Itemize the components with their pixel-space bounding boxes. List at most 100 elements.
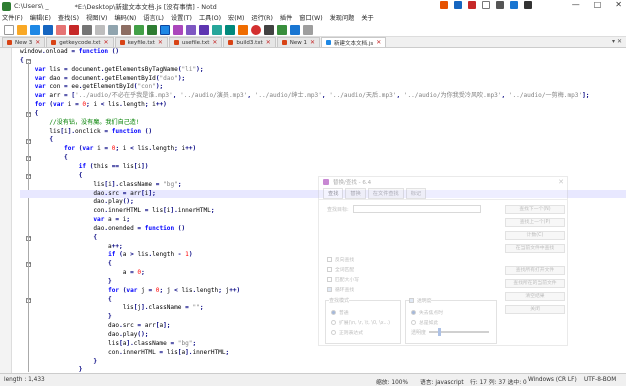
- code-line[interactable]: var arr = ['../audio/不必在乎我是谁.mp3', '../a…: [20, 92, 626, 101]
- find-all-open-button[interactable]: 查找所有打开文件: [505, 266, 565, 275]
- code-line[interactable]: //没有钻，没有魔。我们自己造!: [20, 119, 626, 128]
- menu-about[interactable]: 关于: [361, 13, 373, 22]
- copy-icon[interactable]: [108, 24, 118, 35]
- mode-regex-radio[interactable]: 正则表达式: [331, 329, 363, 336]
- code-line[interactable]: if (this == lis[i]): [20, 163, 626, 172]
- code-line[interactable]: con.innerHTML = lis[a].innerHTML;: [20, 349, 626, 358]
- code-line[interactable]: lis[i].onclick = function (): [20, 128, 626, 137]
- transparency-checkbox[interactable]: 透明度: [409, 297, 432, 304]
- grid-icon[interactable]: [510, 1, 518, 9]
- close-icon[interactable]: ✕: [310, 39, 315, 46]
- close-icon[interactable]: ✕: [376, 39, 381, 46]
- sync-icon[interactable]: [212, 24, 222, 35]
- status-eol[interactable]: Windows (CR LF): [528, 377, 577, 383]
- backward-checkbox[interactable]: 反向查找: [327, 256, 354, 263]
- status-encoding[interactable]: UTF-8-BOM: [584, 377, 616, 383]
- save-icon[interactable]: [30, 24, 40, 35]
- find-input[interactable]: [353, 205, 481, 213]
- code-line[interactable]: for (var i = 0; i < lis.length; i++): [20, 101, 626, 110]
- macro-record-icon[interactable]: [251, 24, 261, 35]
- dialog-tab-find-in-files[interactable]: 在文件查找: [367, 188, 404, 199]
- clear-results-button[interactable]: 清空结果: [505, 292, 565, 301]
- list-icon[interactable]: [524, 1, 532, 9]
- tab-getkeycode[interactable]: getkeycode.txt ✕: [46, 37, 114, 47]
- code-line[interactable]: var dao = document.getElementById("dao")…: [20, 75, 626, 84]
- code-line[interactable]: }: [20, 366, 626, 373]
- slider-thumb[interactable]: [437, 328, 441, 336]
- cut-icon[interactable]: [95, 24, 105, 35]
- dialog-close-button[interactable]: 关闭: [505, 305, 565, 314]
- minimize-button[interactable]: —: [572, 0, 580, 9]
- tab-usefile[interactable]: usefile.txt ✕: [168, 37, 223, 47]
- close-icon[interactable]: ✕: [158, 39, 163, 46]
- open-file-icon[interactable]: [17, 24, 27, 35]
- tab-active-file[interactable]: 新建文本文档.js ✕: [321, 37, 387, 47]
- dialog-tab-mark[interactable]: 标记: [405, 188, 427, 199]
- menu-run[interactable]: 运行(R): [251, 13, 273, 22]
- close-button[interactable]: ✕: [615, 0, 622, 9]
- menu-encoding[interactable]: 编码(N): [114, 13, 136, 22]
- count-button[interactable]: 计数(C): [505, 231, 565, 240]
- indent-guide-icon[interactable]: [238, 24, 248, 35]
- save-all-icon[interactable]: [43, 24, 53, 35]
- paste-icon[interactable]: [121, 24, 131, 35]
- replace-icon[interactable]: [173, 24, 183, 35]
- transparency-always-radio[interactable]: 总是如此: [411, 319, 438, 326]
- spell-icon[interactable]: [303, 24, 313, 35]
- code-line[interactable]: window.onload = function (): [20, 48, 626, 57]
- close-icon[interactable]: ✕: [35, 39, 40, 46]
- wrap-icon[interactable]: [225, 24, 235, 35]
- menu-settings[interactable]: 设置(T): [171, 13, 192, 22]
- tab-build3[interactable]: build3.txt ✕: [223, 37, 276, 47]
- menu-window[interactable]: 窗口(W): [299, 13, 322, 22]
- plus-icon[interactable]: [482, 1, 490, 9]
- find-next-button[interactable]: 查找下一个(N): [505, 205, 565, 214]
- css-icon[interactable]: [454, 1, 462, 9]
- redo-icon[interactable]: [147, 24, 157, 35]
- menu-report[interactable]: 发现问题: [330, 13, 355, 22]
- zoom-in-icon[interactable]: [186, 24, 196, 35]
- macro-stop-icon[interactable]: [264, 24, 274, 35]
- tab-list-button[interactable]: ▾ ✕: [612, 38, 622, 45]
- close-icon[interactable]: ✕: [212, 39, 217, 46]
- mode-extended-radio[interactable]: 扩展(\n, \r, \t, \0, \x...): [331, 319, 390, 326]
- transparency-on-blur-radio[interactable]: 失去焦点时: [411, 309, 443, 316]
- menu-tools[interactable]: 工具(O): [199, 13, 221, 22]
- html5-icon[interactable]: [440, 1, 448, 9]
- zoom-out-icon[interactable]: [199, 24, 209, 35]
- find-all-current-button[interactable]: 查找所在的当前文件: [505, 279, 565, 288]
- code-line[interactable]: {: [20, 57, 626, 66]
- transparency-slider[interactable]: [429, 328, 489, 336]
- menu-view[interactable]: 视图(V): [86, 13, 107, 22]
- macro-save-icon[interactable]: [290, 24, 300, 35]
- new-file-icon[interactable]: [4, 24, 14, 35]
- undo-icon[interactable]: [134, 24, 144, 35]
- close-all-icon[interactable]: [69, 24, 79, 35]
- macro-play-icon[interactable]: [277, 24, 287, 35]
- find-in-current-button[interactable]: 在当前文件中查找: [505, 244, 565, 253]
- menu-language[interactable]: 语言(L): [143, 13, 164, 22]
- maximize-button[interactable]: □: [594, 0, 602, 9]
- code-line[interactable]: {: [20, 154, 626, 163]
- code-line[interactable]: }: [20, 358, 626, 367]
- close-icon[interactable]: ✕: [104, 39, 109, 46]
- find-icon[interactable]: [160, 24, 170, 35]
- menu-plugins[interactable]: 插件: [280, 13, 292, 22]
- pen-icon[interactable]: [468, 1, 476, 9]
- find-previous-button[interactable]: 查找上一个(P): [505, 218, 565, 227]
- tab-new-1[interactable]: New 1 ✕: [276, 37, 321, 47]
- menu-edit[interactable]: 编辑(E): [30, 13, 51, 22]
- close-icon[interactable]: ✕: [266, 39, 271, 46]
- whole-word-checkbox[interactable]: 全词匹配: [327, 266, 354, 273]
- pin-icon[interactable]: [496, 1, 504, 9]
- dialog-tab-replace[interactable]: 替换: [345, 188, 366, 199]
- print-icon[interactable]: [82, 24, 92, 35]
- menu-search[interactable]: 查找(S): [58, 13, 79, 22]
- dialog-close-icon[interactable]: ✕: [558, 178, 564, 186]
- wrap-around-checkbox[interactable]: 循环查找: [327, 286, 354, 293]
- tab-new-3[interactable]: New 3 ✕: [2, 37, 46, 47]
- code-line[interactable]: var lis = document.getElementsByTagName(…: [20, 66, 626, 75]
- code-line[interactable]: for (var i = 0; i < lis.length; i++): [20, 145, 626, 154]
- code-line[interactable]: {: [20, 136, 626, 145]
- close-file-icon[interactable]: [56, 24, 66, 35]
